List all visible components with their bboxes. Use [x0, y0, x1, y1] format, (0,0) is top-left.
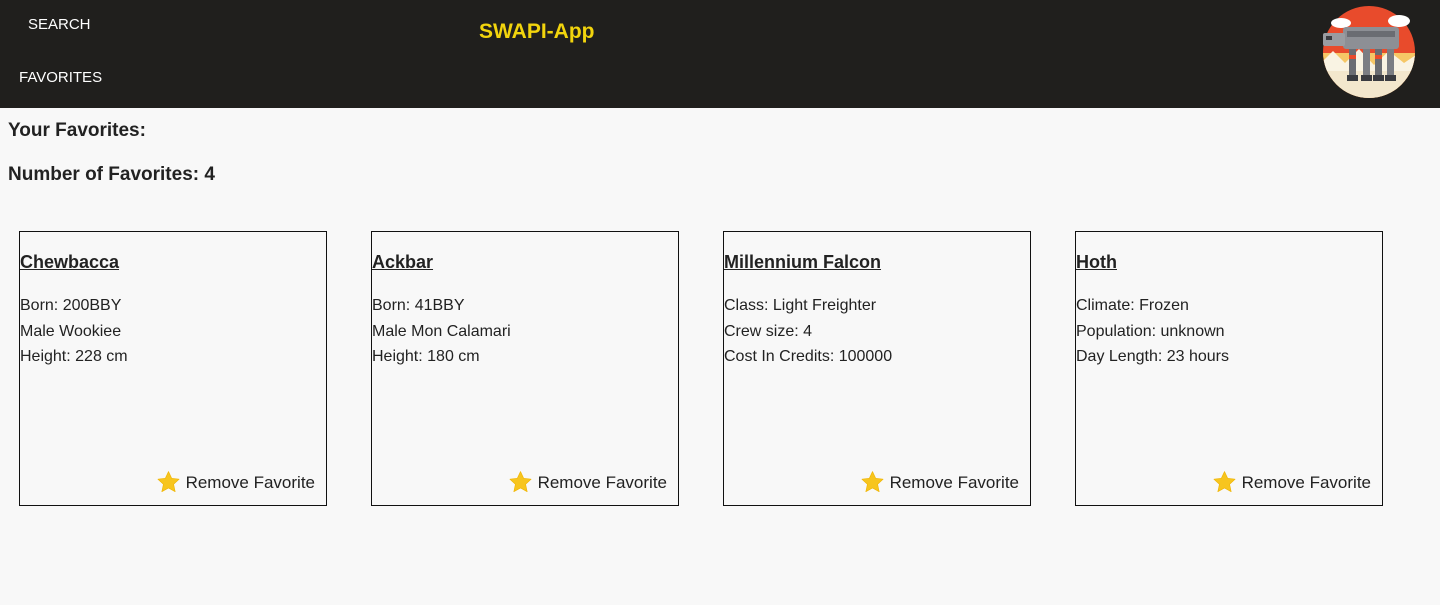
card-details: Born: 200BBY Male Wookiee Height: 228 cm — [20, 293, 128, 370]
favorite-card-hoth: Hoth Climate: Frozen Population: unknown… — [1075, 231, 1383, 506]
remove-favorite-button[interactable]: Remove Favorite — [860, 470, 1019, 495]
star-icon — [509, 471, 532, 492]
at-at-walker-logo — [1323, 6, 1415, 98]
card-details: Climate: Frozen Population: unknown Day … — [1076, 293, 1229, 370]
favorites-count: Number of Favorites: 4 — [8, 164, 215, 185]
app-header: SEARCH FAVORITES SWAPI-App — [0, 0, 1440, 108]
card-detail-line: Height: 228 cm — [20, 348, 128, 365]
card-detail-line: Male Wookiee — [20, 322, 122, 340]
card-detail-line: Day Length: 23 hours — [1076, 348, 1229, 365]
card-detail-line: Male Mon Calamari — [372, 322, 511, 340]
star-icon — [1213, 471, 1236, 492]
page-title: Your Favorites: — [8, 120, 146, 141]
card-detail-line: Height: 180 cm — [372, 348, 480, 365]
remove-favorite-label: Remove Favorite — [537, 472, 667, 492]
card-title[interactable]: Ackbar — [372, 252, 433, 273]
card-title[interactable]: Hoth — [1076, 252, 1117, 273]
card-detail-line: Crew size: 4 — [724, 322, 813, 340]
remove-favorite-label: Remove Favorite — [889, 472, 1019, 492]
card-title[interactable]: Chewbacca — [20, 252, 119, 273]
star-icon — [861, 471, 884, 492]
remove-favorite-label: Remove Favorite — [185, 472, 315, 492]
card-title[interactable]: Millennium Falcon — [724, 252, 881, 273]
remove-favorite-button[interactable]: Remove Favorite — [156, 470, 315, 495]
star-icon — [157, 471, 180, 492]
nav-favorites-link[interactable]: FAVORITES — [19, 69, 102, 86]
nav-search-link[interactable]: SEARCH — [28, 16, 91, 33]
card-detail-line: Population: unknown — [1076, 322, 1225, 340]
favorite-card-chewbacca: Chewbacca Born: 200BBY Male Wookiee Heig… — [19, 231, 327, 506]
card-detail-line: Born: 200BBY — [20, 297, 122, 314]
favorite-card-ackbar: Ackbar Born: 41BBY Male Mon Calamari Hei… — [371, 231, 679, 506]
app-title: SWAPI-App — [479, 20, 595, 43]
remove-favorite-label: Remove Favorite — [1241, 472, 1371, 492]
favorite-card-millennium-falcon: Millennium Falcon Class: Light Freighter… — [723, 231, 1031, 506]
card-detail-line: Climate: Frozen — [1076, 297, 1189, 314]
card-details: Born: 41BBY Male Mon Calamari Height: 18… — [372, 293, 511, 370]
card-details: Class: Light Freighter Crew size: 4 Cost… — [724, 293, 892, 370]
remove-favorite-button[interactable]: Remove Favorite — [508, 470, 667, 495]
card-detail-line: Born: 41BBY — [372, 297, 465, 314]
card-detail-line: Cost In Credits: 100000 — [724, 348, 893, 365]
remove-favorite-button[interactable]: Remove Favorite — [1212, 470, 1371, 495]
card-detail-line: Class: Light Freighter — [724, 297, 877, 314]
